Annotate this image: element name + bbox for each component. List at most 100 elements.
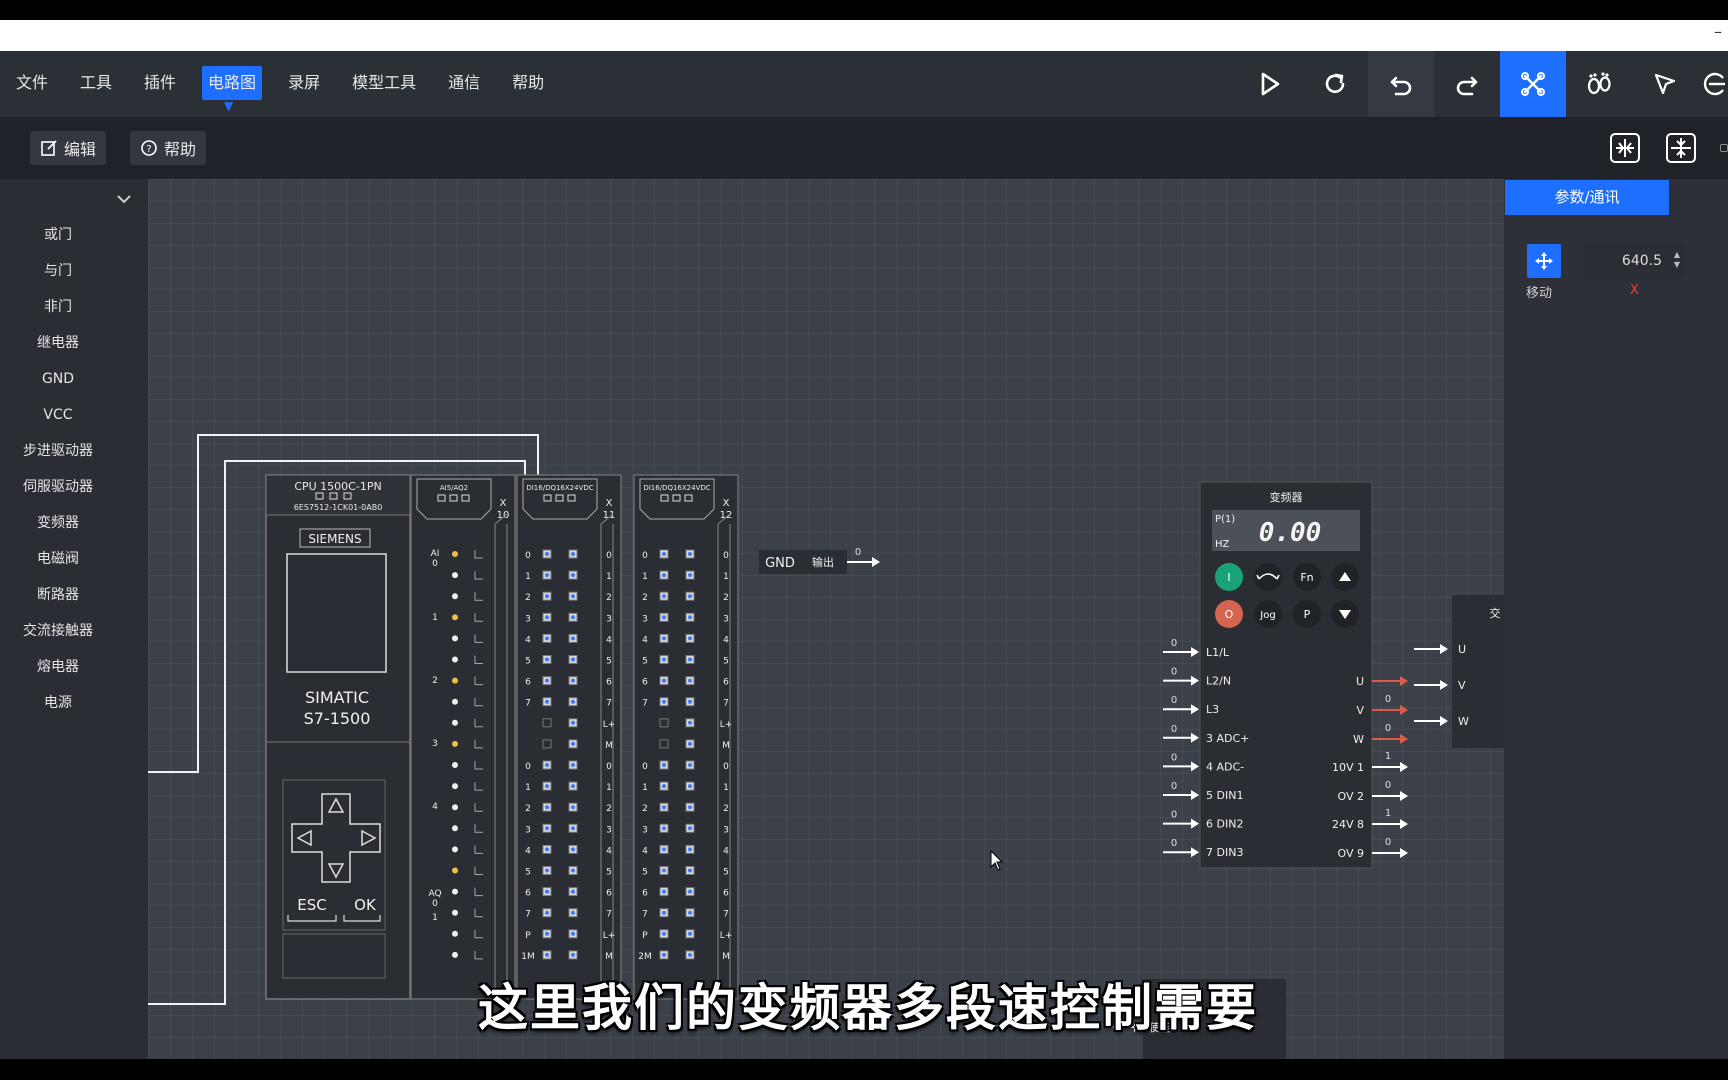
analog-terminal[interactable] (452, 551, 458, 557)
analog-terminal[interactable] (452, 951, 458, 958)
spinner-icon[interactable]: ▲ ▼ (1674, 250, 1680, 270)
refresh-button[interactable] (1302, 51, 1368, 117)
plc-brand: SIEMENS (308, 532, 361, 546)
sidebar-item-fuse[interactable]: 熔电器 (0, 649, 116, 685)
analog-terminal[interactable] (452, 825, 458, 832)
sidebar-item-not-gate[interactable]: 非门 (0, 289, 116, 325)
sidebar-item-or-gate[interactable]: 或门 (0, 217, 116, 253)
sidebar-item-vcc[interactable]: VCC (0, 397, 116, 433)
analog-terminal[interactable] (452, 867, 458, 874)
plc-esc-button[interactable]: ESC (297, 896, 326, 914)
menu-file[interactable]: 文件 (0, 66, 64, 100)
tab-params-comm[interactable]: 参数/通讯 (1505, 180, 1669, 215)
slot-dio-2-led-right (688, 784, 692, 789)
menu-record[interactable]: 录屏 (272, 66, 336, 100)
sub-toolbar: 编辑 ? 帮助 (0, 117, 1728, 179)
slot-dio-2-right-label: M (722, 741, 730, 751)
analog-terminal[interactable] (452, 783, 458, 790)
slot-dio-1-right-label: 6 (606, 889, 612, 899)
slot-dio-1-led-left (545, 952, 549, 957)
analog-terminal[interactable] (452, 846, 458, 853)
menu-circuit[interactable]: 电路图 ▼ (202, 66, 263, 112)
slot-dio-2-left-label: 6 (642, 889, 648, 899)
plc-ok-button[interactable]: OK (354, 896, 377, 914)
sidebar-item-servo-driver[interactable]: 伺服驱动器 (0, 469, 116, 505)
slot-dio-1-x-label: X (606, 498, 613, 509)
sidebar-item-inverter[interactable]: 变频器 (0, 505, 116, 541)
slot-dio-1-left-label: 2 (525, 593, 531, 603)
analog-terminal[interactable] (452, 762, 458, 768)
menu-comm[interactable]: 通信 (432, 66, 496, 100)
analog-terminal[interactable] (452, 909, 458, 916)
sidebar-item-stepper-driver[interactable]: 步进驱动器 (0, 433, 116, 469)
sidebar-item-power[interactable]: 电源 (0, 685, 116, 721)
menu-help[interactable]: 帮助 (496, 66, 560, 100)
analog-terminal[interactable] (452, 888, 458, 895)
slot-dio-2-led-right (688, 847, 692, 852)
menu-model-tools[interactable]: 模型工具 (336, 66, 432, 100)
help-button[interactable]: ? 帮助 (130, 131, 207, 165)
video-subtitle: 这里我们的变频器多段速控制需要 (478, 979, 1258, 1037)
motor-block[interactable]: 交 U V W (1414, 595, 1504, 748)
slot-dio-2-led-left (662, 678, 666, 683)
slot-dio-1-right-label: 7 (606, 699, 612, 709)
redo-button[interactable] (1434, 51, 1500, 117)
analog-terminal[interactable] (452, 572, 458, 579)
exit-button[interactable] (1698, 51, 1728, 117)
chevron-down-icon[interactable] (114, 189, 134, 209)
analog-terminal[interactable] (452, 740, 458, 747)
inverter-input-label: L3 (1206, 703, 1219, 716)
slot-dio-2-right-label: 4 (723, 635, 729, 645)
analog-terminal[interactable] (452, 804, 458, 811)
feet-icon (1587, 72, 1611, 95)
analog-terminal[interactable] (452, 677, 458, 684)
drone-mode-button[interactable] (1500, 51, 1566, 117)
slot-dio-1-left-label: 5 (525, 657, 531, 667)
arrow-right-icon (1400, 819, 1408, 829)
sidebar-item-breaker[interactable]: 断路器 (0, 577, 116, 613)
analog-terminal[interactable] (452, 614, 458, 621)
slot-dio-1-right-label: 3 (606, 825, 612, 835)
analog-terminal[interactable] (452, 698, 458, 705)
gnd-block[interactable]: GND 输出 0 (759, 547, 880, 574)
circuit-canvas[interactable]: CPU 1500C-1PN 6ES7512-1CK01-0AB0 SIEMENS… (148, 179, 1504, 1059)
component-sidebar: 或门 与门 非门 继电器 GND VCC 步进驱动器 伺服驱动器 变频器 电磁阀… (0, 179, 148, 1059)
inverter-output-value: 1 (1385, 751, 1391, 762)
minimize-button[interactable]: – (1714, 22, 1722, 41)
slot-dio-1-led-right (571, 573, 575, 578)
slot-dio-1-led-left (545, 910, 549, 915)
move-button[interactable] (1527, 244, 1561, 278)
x-position-field[interactable]: 640.5 ▲ ▼ (1584, 244, 1684, 278)
slot-dio-1-led-right (571, 889, 575, 894)
analog-terminal[interactable] (452, 635, 458, 642)
edit-button[interactable]: 编辑 (30, 131, 107, 165)
slot-dio-2-led-right (688, 910, 692, 915)
slot-dio-2-right-label: 5 (723, 868, 729, 878)
center-view-button[interactable] (1664, 131, 1698, 165)
menu-plugins[interactable]: 插件 (128, 66, 192, 100)
plc-cpu[interactable]: CPU 1500C-1PN 6ES7512-1CK01-0AB0 SIEMENS… (265, 474, 411, 1000)
select-button[interactable] (1632, 51, 1698, 117)
undo-button[interactable] (1368, 51, 1434, 117)
sidebar-item-gnd[interactable]: GND (0, 361, 116, 397)
sidebar-item-contactor[interactable]: 交流接触器 (0, 613, 116, 649)
sidebar-item-solenoid-valve[interactable]: 电磁阀 (0, 541, 116, 577)
plc-io-modules[interactable]: AI5/AQ2X10AI01234AQ01DI16/DQ16X24VDCX110… (410, 474, 739, 1000)
analog-terminal[interactable] (452, 719, 458, 726)
more-view-button[interactable] (1720, 131, 1728, 165)
inverter-block[interactable]: 变频器 P(1) HZ 0.00 I Fn O Jog P 0 L1/L 0 L2/N… (1163, 481, 1408, 869)
slot-dio-1-led-left (545, 678, 549, 683)
analog-terminal[interactable] (452, 593, 458, 600)
arrow-right-icon (1400, 791, 1408, 801)
analog-terminal[interactable] (452, 656, 458, 663)
walk-mode-button[interactable] (1566, 51, 1632, 117)
sidebar-item-and-gate[interactable]: 与门 (0, 253, 116, 289)
play-button[interactable] (1236, 51, 1302, 117)
inverter-output-label: OV 2 (1338, 790, 1365, 803)
properties-panel: 参数/通讯 移动 640.5 ▲ ▼ X (1504, 179, 1728, 1059)
fit-view-button[interactable] (1608, 131, 1642, 165)
sidebar-item-relay[interactable]: 继电器 (0, 325, 116, 361)
slot-dio-1-right-label: 2 (606, 804, 612, 814)
analog-terminal[interactable] (452, 930, 458, 937)
menu-tools[interactable]: 工具 (64, 66, 128, 100)
